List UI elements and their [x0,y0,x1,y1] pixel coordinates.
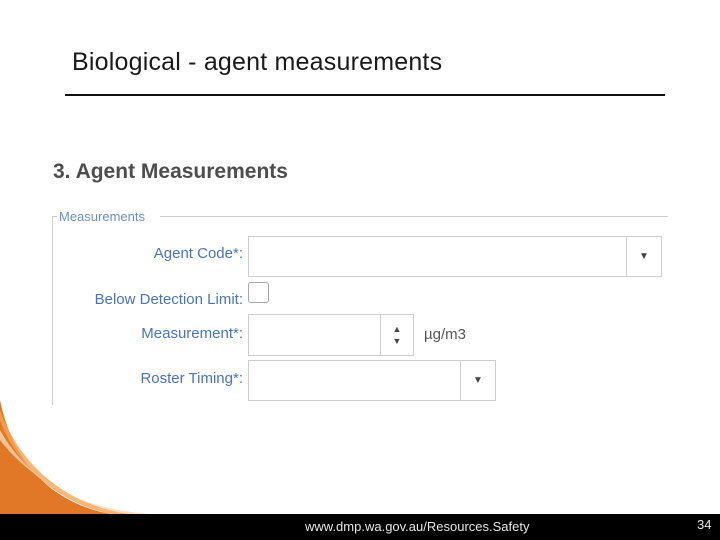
agent-code-dropdown-button[interactable]: ▼ [626,237,661,276]
below-detection-limit-label: Below Detection Limit: [94,291,243,308]
spin-up-icon[interactable]: ▲ [393,323,402,335]
measurement-spinner[interactable]: ▲ ▼ [380,315,413,355]
measurement-input[interactable]: ▲ ▼ [248,314,414,356]
chevron-down-icon: ▼ [473,375,483,386]
section-heading: 3. Agent Measurements [53,160,288,183]
measurement-label: Measurement*: [141,325,243,342]
spin-down-icon[interactable]: ▼ [393,335,402,347]
fieldset-border-top [160,216,668,217]
agent-code-label: Agent Code*: [153,245,243,262]
fieldset-legend: Measurements [59,209,145,224]
title-rule [65,94,665,96]
measurement-unit: µg/m3 [424,326,466,343]
fieldset-border-left [52,216,53,405]
chevron-down-icon: ▼ [639,251,649,262]
footer-url: www.dmp.wa.gov.au/Resources.Safety [305,519,530,534]
agent-code-select[interactable]: ▼ [248,236,662,277]
slide-title: Biological - agent measurements [72,48,443,76]
roster-timing-dropdown-button[interactable]: ▼ [460,361,495,400]
roster-timing-select[interactable]: ▼ [248,360,496,401]
roster-timing-label: Roster Timing*: [140,370,243,387]
page-number: 34 [697,517,712,532]
below-detection-limit-checkbox[interactable] [248,282,269,303]
